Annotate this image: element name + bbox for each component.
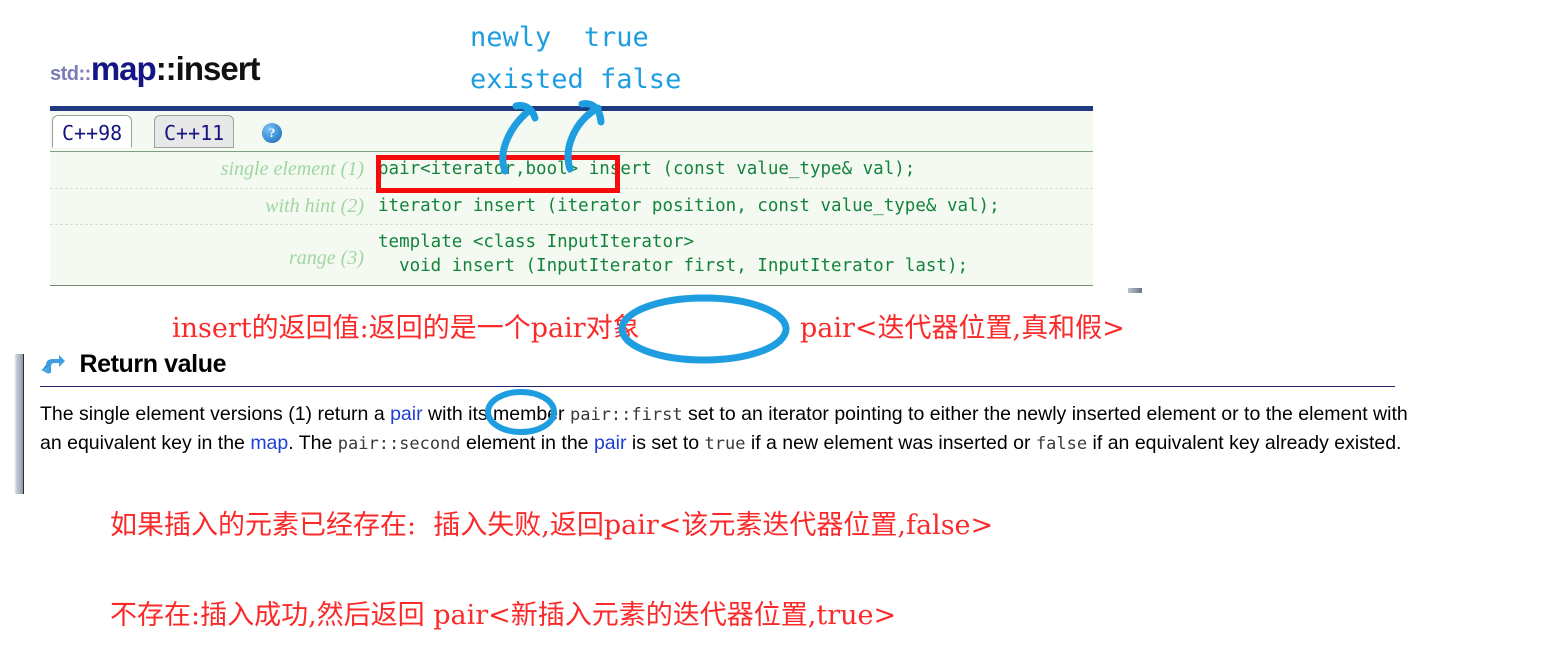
rv-text-8: element in the [460,432,594,454]
code-false: false [1035,434,1088,454]
title-class: map [90,50,157,87]
link-pair-2[interactable]: pair [594,432,627,454]
signature-row: with hint (2) iterator insert (iterator … [50,189,1093,226]
code-pair-first: pair::first [569,405,683,425]
signature-label: range (3) [289,247,364,270]
title-member: ::insert [155,50,261,87]
return-arrow-icon [40,354,66,383]
tab-cpp98-label: C++98 [62,121,123,145]
annotation-newly-true: newly true [470,22,649,53]
annotation-return-note: insert的返回值:返回的是一个pair对象 [172,313,640,344]
signature-panel: C++98 C++11 ? single element (1) pair<it… [50,106,1093,286]
code-true: true [704,434,746,454]
version-tab-bar: C++98 C++11 ? [50,111,1093,152]
title-namespace: std:: [50,63,91,85]
return-value-title: Return value [79,350,227,378]
signature-label: with hint (2) [265,194,364,217]
page-title: std::map::insert [50,50,261,87]
rv-text-6: . The [288,432,338,454]
annotation-not-exists-case: 不存在:插入成功,然后返回 pair<新插入元素的迭代器位置,true> [110,600,897,631]
annotation-pair-generic: pair<迭代器位置,真和假> [800,313,1125,344]
link-map[interactable]: map [250,432,288,454]
tab-cpp11[interactable]: C++11 [154,115,235,148]
signature-label: single element (1) [220,158,364,180]
help-icon[interactable]: ? [262,123,282,143]
return-value-heading: Return value [40,350,1395,387]
annotation-existed-false: existed false [470,64,682,95]
rv-text-10: is set to [626,432,705,454]
annotation-red-rectangle [376,155,620,193]
rv-text-2: with its member [422,403,570,425]
signature-code: template <class InputIterator> void inse… [378,232,969,276]
signature-row: range (3) template <class InputIterator>… [50,225,1093,284]
annotation-exists-case: 如果插入的元素已经存在: 插入失败,返回pair<该元素迭代器位置,false> [110,510,994,541]
rv-text-12: if a new element was inserted or [745,432,1036,454]
rv-text-0: The single element versions (1) return a [40,403,391,425]
link-pair[interactable]: pair [390,403,423,425]
section-left-bar [14,354,24,494]
signature-code: iterator insert (iterator position, cons… [378,195,1000,216]
tab-cpp11-label: C++11 [164,121,225,145]
return-value-paragraph: The single element versions (1) return a… [40,400,1412,458]
scroll-nub[interactable] [1128,288,1142,293]
tab-cpp98[interactable]: C++98 [52,115,133,148]
rv-text-14: if an equivalent key already existed. [1087,432,1402,454]
code-pair-second: pair::second [337,434,461,454]
